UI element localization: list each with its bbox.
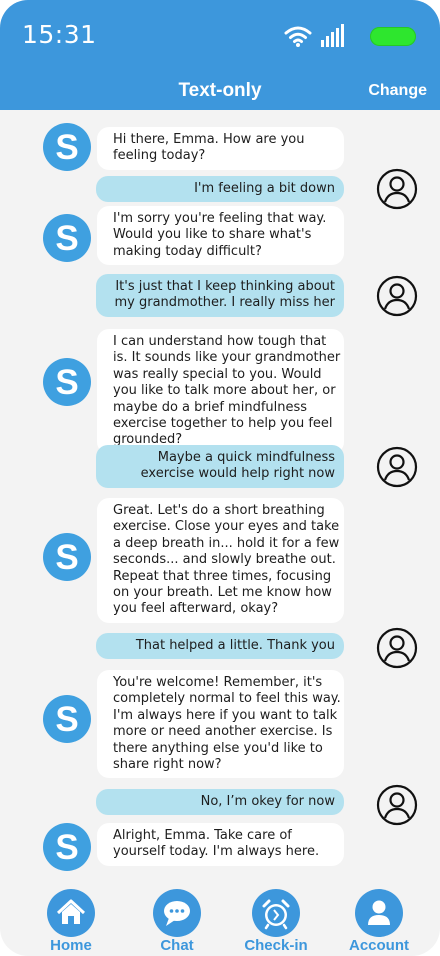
user-avatar-icon (376, 784, 418, 826)
user-avatar-icon (376, 446, 418, 488)
user-avatar-icon (376, 168, 418, 210)
alarm-clock-icon (252, 889, 300, 937)
svg-text:S: S (55, 700, 78, 739)
svg-text:S: S (55, 363, 78, 402)
status-time: 15:31 (22, 20, 97, 49)
signal-icon (321, 24, 344, 47)
user-avatar-icon (376, 627, 418, 669)
bot-message: Hi there, Emma. How are you feeling toda… (97, 127, 344, 170)
user-message: It's just that I keep thinking about my … (96, 274, 344, 317)
bottom-nav: Home Chat Check-in Account (0, 880, 440, 956)
app-screen: 15:31 Text-only Change S Hi there, Emma.… (0, 0, 440, 956)
nav-checkin[interactable]: Check-in (238, 889, 314, 955)
nav-home-label: Home (50, 937, 92, 954)
bot-avatar-icon: S (43, 695, 91, 743)
nav-home[interactable]: Home (40, 889, 102, 955)
user-message: That helped a little. Thank you (96, 633, 344, 660)
bot-message: Great. Let's do a short breathing exerci… (97, 498, 344, 623)
bot-message: You're welcome! Remember, it's completel… (97, 670, 344, 779)
nav-chat[interactable]: Chat (146, 889, 208, 955)
svg-text:S: S (55, 219, 78, 258)
change-mode-button[interactable]: Change (368, 82, 427, 100)
bot-message: I can understand how tough that is. It s… (97, 329, 344, 454)
app-header: 15:31 Text-only Change (0, 0, 440, 110)
bot-avatar-icon: S (43, 123, 91, 171)
nav-chat-label: Chat (160, 937, 194, 954)
nav-account[interactable]: Account (342, 889, 416, 955)
bot-avatar-icon: S (43, 823, 91, 871)
wifi-icon (284, 26, 312, 47)
nav-account-label: Account (349, 937, 409, 954)
bot-avatar-icon: S (43, 533, 91, 581)
svg-text:S: S (55, 128, 78, 167)
user-message: Maybe a quick mindfulness exercise would… (96, 445, 344, 488)
chat-bubble-icon (153, 889, 201, 937)
svg-text:S: S (55, 538, 78, 577)
bot-message: I'm sorry you're feeling that way. Would… (97, 206, 344, 266)
bot-avatar-icon: S (43, 214, 91, 262)
bot-avatar-icon: S (43, 358, 91, 406)
battery-icon (370, 27, 416, 46)
user-message: I'm feeling a bit down (96, 176, 344, 203)
svg-text:S: S (55, 828, 78, 867)
user-avatar-icon (376, 275, 418, 317)
nav-checkin-label: Check-in (244, 937, 308, 954)
person-icon (355, 889, 403, 937)
house-icon (47, 889, 95, 937)
bot-message: Alright, Emma. Take care of yourself tod… (97, 823, 344, 866)
user-message: No, I’m okey for now (96, 789, 344, 816)
